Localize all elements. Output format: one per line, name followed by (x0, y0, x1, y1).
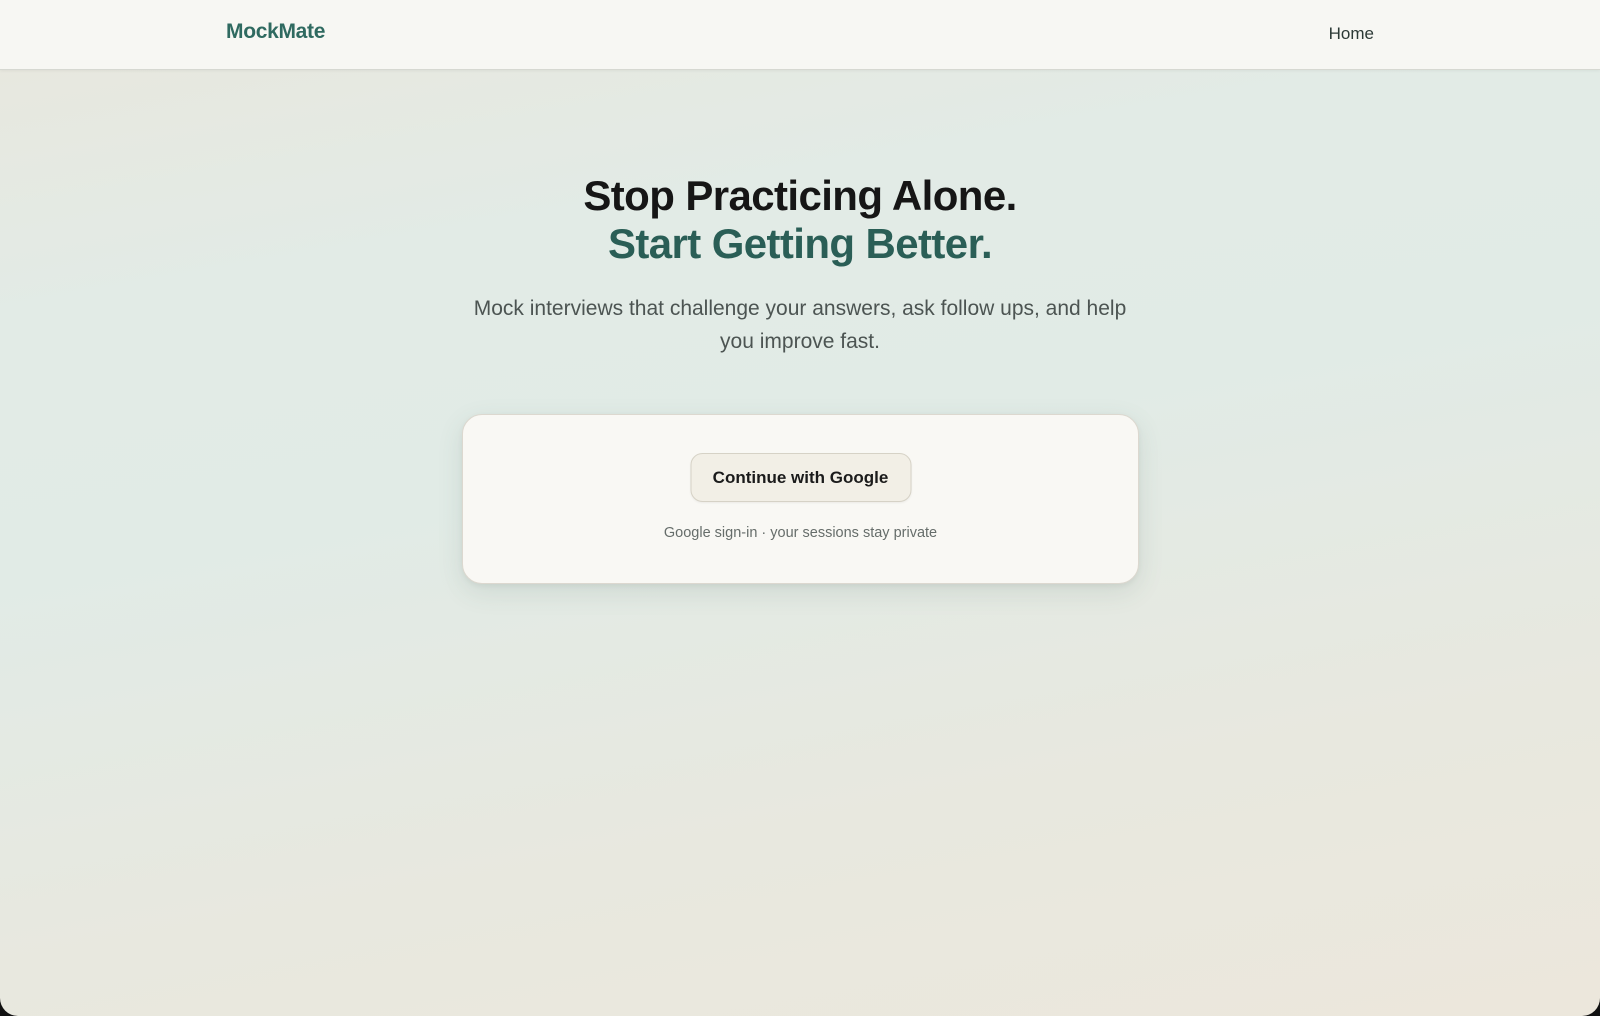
signin-privacy-note: Google sign-in · your sessions stay priv… (663, 525, 938, 541)
brand-logo[interactable]: MockMate (226, 20, 325, 44)
hero-subtitle: Mock interviews that challenge your answ… (473, 297, 1127, 353)
hero-headline: Stop Practicing Alone. (583, 172, 1017, 219)
hero-headline-accent: Start Getting Better. (607, 220, 993, 267)
signin-card: Continue with Google Google sign-in · yo… (462, 414, 1139, 584)
continue-with-google-button[interactable]: Continue with Google (690, 453, 911, 502)
hero-section: Stop Practicing Alone. Start Getting Bet… (0, 172, 1600, 358)
top-navbar: MockMate Home (0, 0, 1600, 70)
page-background: MockMate Home Stop Practicing Alone. Sta… (0, 0, 1600, 1016)
nav-link-home[interactable]: Home (1329, 24, 1374, 44)
